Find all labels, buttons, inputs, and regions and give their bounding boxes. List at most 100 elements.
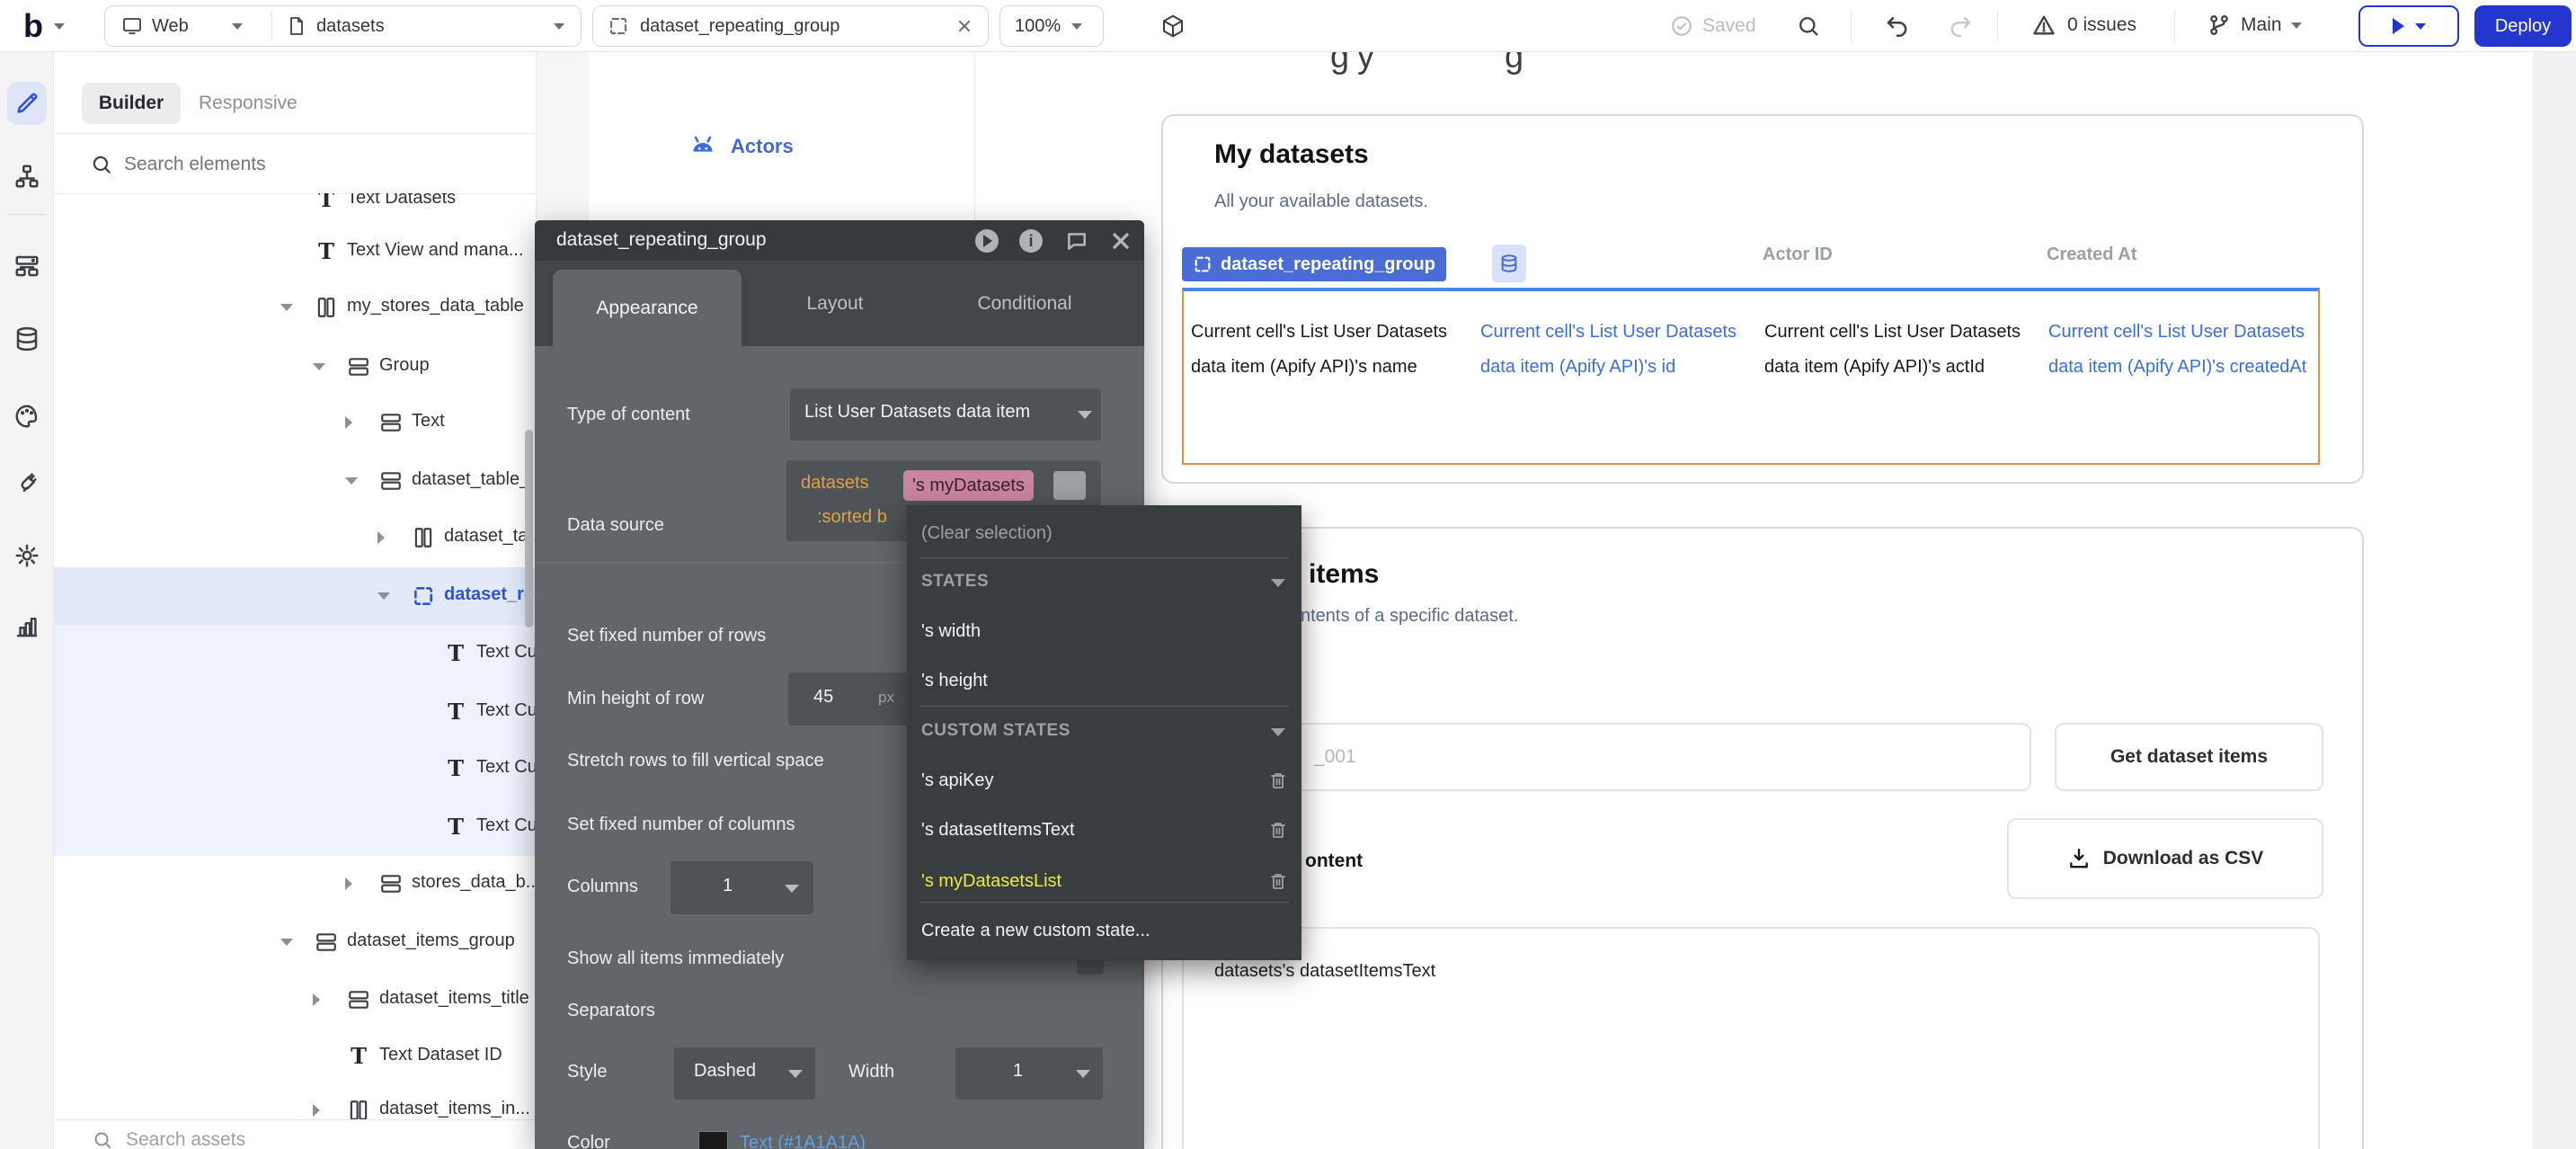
workflow-tab[interactable] [13, 163, 40, 190]
raw-content-box[interactable]: datasets's datasetItemsText [1182, 927, 2320, 1149]
menu-item-height[interactable]: 's height [907, 661, 1301, 700]
chevron-right-icon[interactable] [345, 416, 352, 429]
preview-play-button[interactable] [975, 229, 999, 253]
app-menu[interactable]: b [23, 5, 65, 47]
preview-button[interactable] [2358, 5, 2459, 47]
undo-icon[interactable] [1884, 13, 1911, 40]
tree-item-text-dataset-id[interactable]: T Text Dataset ID [54, 1028, 537, 1085]
branch-selector[interactable]: Main [2207, 13, 2302, 38]
cube-icon[interactable] [1159, 13, 1186, 40]
close-icon[interactable] [1110, 230, 1132, 252]
menu-item-apikey[interactable]: 's apiKey [907, 761, 1301, 800]
info-icon[interactable]: i [1019, 229, 1043, 253]
search-assets-placeholder[interactable]: Search assets [126, 1129, 245, 1149]
chevron-down-icon[interactable] [378, 592, 390, 600]
plugins-tab[interactable] [13, 469, 40, 496]
element-tab[interactable]: dataset_repeating_group [592, 5, 989, 47]
trash-icon[interactable] [1267, 819, 1289, 841]
menu-item-width[interactable]: 's width [907, 611, 1301, 651]
tab-layout[interactable]: Layout [772, 261, 898, 346]
divider [1997, 11, 1998, 41]
card-subtitle-fragment: ntents of a specific dataset. [1301, 606, 1518, 627]
menu-item-label: 's height [921, 671, 988, 691]
property-editor-titlebar[interactable]: dataset_repeating_group i [535, 220, 1144, 261]
logs-tab[interactable] [13, 613, 40, 640]
chevron-down-icon[interactable] [345, 477, 358, 485]
tree-item-dataset-items-in[interactable]: dataset_items_in... [54, 1082, 537, 1119]
download-csv-button[interactable]: Download as CSV [2007, 818, 2323, 899]
menu-item-datasetitemstext[interactable]: 's datasetItemsText [907, 810, 1301, 850]
sidebar-item-actors[interactable]: Actors [688, 126, 794, 167]
data-source-chip-button[interactable] [1492, 245, 1526, 282]
separator-width-select[interactable]: 1 [955, 1047, 1103, 1100]
tree-item-text-cu[interactable]: T Text Cu... [54, 740, 537, 797]
tree-item-text-cu[interactable]: T Text Cu... [54, 625, 537, 682]
styles-tab[interactable] [13, 403, 40, 430]
tab-responsive[interactable]: Responsive [199, 83, 298, 124]
cell-id[interactable]: Current cell's List User Datasets data i… [1480, 315, 1750, 385]
chevron-down-icon[interactable] [313, 363, 325, 370]
tab-conditional[interactable]: Conditional [939, 261, 1110, 346]
close-icon[interactable] [955, 17, 973, 35]
issues-indicator[interactable]: 0 issues [2031, 13, 2136, 38]
tree-item-text[interactable]: Text [54, 394, 537, 451]
expression-more-button[interactable] [1053, 471, 1086, 500]
selected-element-badge[interactable]: dataset_repeating_group [1182, 247, 1446, 281]
columns-select[interactable]: 1 [671, 861, 813, 914]
color-value-link[interactable]: Text (#1A1A1A) [740, 1133, 866, 1149]
type-of-content-select[interactable]: List User Datasets data item [790, 388, 1101, 441]
tree-item-dataset-items-title[interactable]: dataset_items_title [54, 971, 537, 1029]
clipped-heading: g y g [1318, 52, 1551, 77]
tree-item-dataset-ta[interactable]: dataset_ta... [54, 509, 537, 566]
chevron-down-icon[interactable] [280, 304, 293, 311]
mode-selector[interactable]: Web [105, 6, 271, 46]
cell-createdat[interactable]: Current cell's List User Datasets data i… [2048, 315, 2318, 385]
tree-item-text-cu[interactable]: T Text Cu... [54, 683, 537, 741]
redo-icon[interactable] [1947, 13, 1974, 40]
search-icon[interactable] [1796, 13, 1821, 39]
menu-item-label: 's myDatasetsList [921, 871, 1061, 892]
tree-item-stores-data-b[interactable]: stores_data_b... [54, 855, 537, 913]
dataset-id-input[interactable]: _001 [1182, 723, 2031, 791]
menu-header-states[interactable]: STATES [907, 562, 1301, 601]
tab-appearance[interactable]: Appearance [553, 270, 742, 346]
comment-icon[interactable] [1065, 229, 1088, 253]
menu-header-custom-states[interactable]: CUSTOM STATES [907, 711, 1301, 751]
elements-tree-panel: Builder Responsive T Text Datasets T Tex… [54, 52, 537, 1149]
menu-item-clear-selection[interactable]: (Clear selection) [907, 513, 1301, 553]
chevron-right-icon[interactable] [313, 993, 320, 1006]
cell-actid[interactable]: Current cell's List User Datasets data i… [1764, 315, 2034, 385]
settings-tab[interactable] [13, 542, 40, 569]
tree-item-dataset-items-group[interactable]: dataset_items_group [54, 913, 537, 971]
separator-style-select[interactable]: Dashed [674, 1047, 815, 1100]
data-tab[interactable] [13, 325, 40, 352]
zoom-control[interactable]: 100% [999, 5, 1104, 47]
tree-item-my-stores-data-table[interactable]: my_stores_data_table [54, 279, 537, 336]
tree-item-text-view[interactable]: T Text View and mana... [54, 223, 537, 281]
deploy-button[interactable]: Deploy [2474, 5, 2572, 47]
design-tab[interactable] [13, 90, 40, 117]
tree-item-group[interactable]: Group [54, 338, 537, 396]
menu-item-create-custom-state[interactable]: Create a new custom state... [907, 911, 1301, 950]
trash-icon[interactable] [1267, 870, 1289, 892]
search-elements-input[interactable] [124, 146, 466, 183]
chevron-right-icon[interactable] [378, 531, 385, 544]
chevron-right-icon[interactable] [345, 877, 352, 890]
chevron-down-icon[interactable] [280, 939, 293, 946]
reusables-tab[interactable] [13, 253, 40, 280]
get-dataset-items-button[interactable]: Get dataset items [2055, 723, 2323, 791]
chevron-right-icon[interactable] [313, 1104, 320, 1117]
page-selector[interactable]: datasets [271, 6, 581, 46]
menu-item-mydatasetslist-selected[interactable]: 's myDatasetsList [907, 861, 1301, 901]
color-swatch[interactable] [698, 1131, 728, 1149]
tree-item-text-cu[interactable]: T Text Cu... [54, 798, 537, 856]
expression-chip[interactable]: 's myDatasets [903, 470, 1034, 501]
tree-item-dataset-table[interactable]: dataset_table_... [54, 452, 537, 510]
tree-item-dataset-repeating-group-selected[interactable]: dataset_re... [54, 567, 537, 625]
cell-name[interactable]: Current cell's List User Datasets data i… [1191, 315, 1461, 385]
repeating-group-row[interactable]: Current cell's List User Datasets data i… [1182, 288, 2320, 465]
trash-icon[interactable] [1267, 770, 1289, 791]
min-height-input[interactable]: 45 px [788, 672, 908, 726]
tab-builder[interactable]: Builder [82, 83, 181, 124]
tree-scrollbar[interactable] [525, 430, 533, 628]
